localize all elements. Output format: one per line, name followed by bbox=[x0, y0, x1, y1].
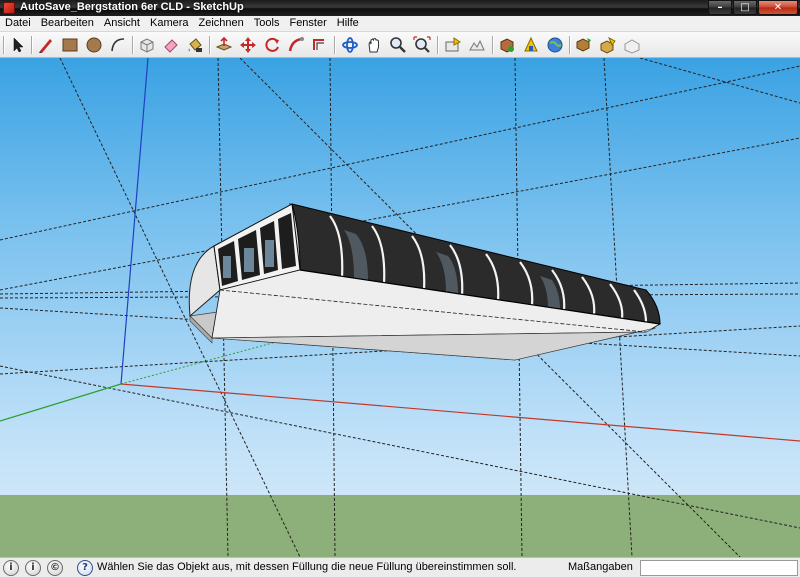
menu-datei[interactable]: Datei bbox=[0, 16, 36, 31]
minimize-button[interactable]: – bbox=[708, 0, 732, 15]
add-location-icon[interactable] bbox=[443, 35, 463, 55]
menu-zeichnen[interactable]: Zeichnen bbox=[194, 16, 249, 31]
arc-icon[interactable] bbox=[108, 35, 128, 55]
pencil-icon[interactable] bbox=[36, 35, 56, 55]
orbit-icon[interactable] bbox=[340, 35, 360, 55]
pan-icon[interactable] bbox=[364, 35, 384, 55]
title-bar: AutoSave_Bergstation 6er CLD - SketchUp … bbox=[0, 0, 800, 16]
offset-icon[interactable] bbox=[310, 35, 330, 55]
share-component-icon[interactable] bbox=[598, 35, 618, 55]
measurements-label: Maßangaben bbox=[568, 561, 633, 573]
main-toolbar bbox=[0, 32, 800, 58]
sketchup-app-icon[interactable] bbox=[3, 2, 15, 14]
status-message: Wählen Sie das Objekt aus, mit dessen Fü… bbox=[97, 561, 517, 573]
make-component-icon[interactable] bbox=[137, 35, 157, 55]
toolbar-separator bbox=[569, 36, 571, 54]
move-icon[interactable] bbox=[238, 35, 258, 55]
red-axis bbox=[120, 383, 800, 442]
toolbar-grip bbox=[3, 36, 5, 54]
menu-tools[interactable]: Tools bbox=[249, 16, 285, 31]
copyright-icon[interactable]: © bbox=[47, 560, 63, 576]
zoom-extents-icon[interactable] bbox=[412, 35, 432, 55]
get-models-icon[interactable] bbox=[497, 35, 517, 55]
menu-hilfe[interactable]: Hilfe bbox=[332, 16, 364, 31]
warehouse-icon[interactable] bbox=[622, 35, 642, 55]
push-pull-icon[interactable] bbox=[214, 35, 234, 55]
follow-me-icon[interactable] bbox=[286, 35, 306, 55]
rectangle-icon[interactable] bbox=[60, 35, 80, 55]
measurements-input[interactable] bbox=[640, 560, 798, 576]
toolbar-separator bbox=[437, 36, 439, 54]
menu-bearbeiten[interactable]: Bearbeiten bbox=[36, 16, 99, 31]
google-earth-icon[interactable] bbox=[545, 35, 565, 55]
circle-icon[interactable] bbox=[84, 35, 104, 55]
get-photo-icon[interactable] bbox=[574, 35, 594, 55]
zoom-icon[interactable] bbox=[388, 35, 408, 55]
rotate-icon[interactable] bbox=[262, 35, 282, 55]
status-bar: i i © ? Wählen Sie das Objekt aus, mit d… bbox=[0, 557, 800, 577]
menu-bar: Datei Bearbeiten Ansicht Kamera Zeichnen… bbox=[0, 16, 800, 32]
select-icon[interactable] bbox=[8, 35, 28, 55]
toolbar-separator bbox=[492, 36, 494, 54]
toolbar-separator bbox=[209, 36, 211, 54]
ground-plane bbox=[0, 495, 800, 557]
geo-location-icon[interactable]: i bbox=[3, 560, 19, 576]
close-button[interactable]: ✕ bbox=[758, 0, 798, 15]
green-axis bbox=[0, 383, 122, 422]
drawing-viewport[interactable] bbox=[0, 58, 800, 557]
window-controls: – □ ✕ bbox=[708, 0, 798, 16]
credits-icon[interactable]: i bbox=[25, 560, 41, 576]
toolbar-separator bbox=[334, 36, 336, 54]
window-title: AutoSave_Bergstation 6er CLD - SketchUp bbox=[20, 1, 244, 13]
menu-kamera[interactable]: Kamera bbox=[145, 16, 194, 31]
blue-axis bbox=[120, 58, 149, 385]
model-scene[interactable] bbox=[0, 58, 800, 557]
eraser-icon[interactable] bbox=[161, 35, 181, 55]
help-icon[interactable]: ? bbox=[77, 560, 93, 576]
station-model[interactable] bbox=[188, 203, 662, 361]
toggle-terrain-icon[interactable] bbox=[467, 35, 487, 55]
toolbar-separator bbox=[132, 36, 134, 54]
toolbar-separator bbox=[31, 36, 33, 54]
menu-fenster[interactable]: Fenster bbox=[284, 16, 331, 31]
maximize-button[interactable]: □ bbox=[733, 0, 757, 15]
share-model-icon[interactable] bbox=[521, 35, 541, 55]
menu-ansicht[interactable]: Ansicht bbox=[99, 16, 145, 31]
paint-bucket-icon[interactable] bbox=[185, 35, 205, 55]
